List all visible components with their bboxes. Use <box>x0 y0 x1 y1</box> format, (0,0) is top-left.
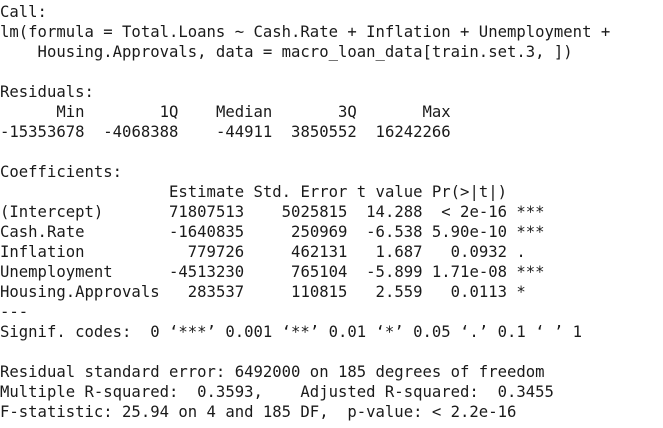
coef-header-cell: Estimate <box>159 183 245 201</box>
call-formula-line-1: lm(formula = Total.Loans ~ Cash.Rate + I… <box>0 23 611 41</box>
coef-p-value: < 2e-16 <box>422 203 507 221</box>
coefficient-row: Unemployment -4513230 765104 -5.899 1.71… <box>0 262 663 282</box>
coefficient-row: Housing.Approvals 283537 110815 2.559 0.… <box>0 282 663 302</box>
residuals-header-cell: 1Q <box>84 103 179 121</box>
coefficient-row: Inflation 779726 462131 1.687 0.0932 . <box>0 242 663 262</box>
r-console-output: Call: lm(formula = Total.Loans ~ Cash.Ra… <box>0 0 663 428</box>
coefficient-row: Cash.Rate -1640835 250969 -6.538 5.90e-1… <box>0 222 663 242</box>
coefficients-header-row: Estimate Std. Error t value Pr(>|t|) <box>0 182 663 202</box>
coef-p-value: 5.90e-10 <box>422 223 507 241</box>
call-formula-line-2: Housing.Approvals, data = macro_loan_dat… <box>0 43 573 61</box>
coef-estimate: -4513230 <box>159 263 245 281</box>
coef-header-cell: Std. Error <box>244 183 348 201</box>
coef-std-error: 110815 <box>244 283 348 301</box>
coef-t-value: 14.288 <box>347 203 423 221</box>
signif-separator: --- <box>0 303 29 321</box>
coef-std-error: 5025815 <box>244 203 348 221</box>
coef-std-error: 765104 <box>244 263 348 281</box>
coef-header-pad <box>0 183 160 201</box>
coef-std-error: 250969 <box>244 223 348 241</box>
residual-standard-error: Residual standard error: 6492000 on 185 … <box>0 363 545 381</box>
coef-std-error: 462131 <box>244 243 348 261</box>
coef-t-value: 1.687 <box>347 243 423 261</box>
residuals-label: Residuals: <box>0 83 94 101</box>
coef-term: (Intercept) <box>0 203 160 221</box>
residuals-value-cell: -15353678 <box>0 123 85 141</box>
coef-signif: *** <box>507 203 545 221</box>
coef-term: Housing.Approvals <box>0 283 160 301</box>
coef-t-value: 2.559 <box>347 283 423 301</box>
coef-header-cell: t value <box>347 183 423 201</box>
residuals-header-row: Min 1Q Median 3Q Max <box>0 102 663 122</box>
coef-estimate: 71807513 <box>159 203 245 221</box>
coefficients-label: Coefficients: <box>0 163 123 181</box>
residuals-value-cell: -44911 <box>178 123 273 141</box>
residuals-values-row: -15353678 -4068388 -44911 3850552 162422… <box>0 122 663 142</box>
residuals-header-cell: 3Q <box>272 103 357 121</box>
coef-estimate: -1640835 <box>159 223 245 241</box>
coef-p-value: 1.71e-08 <box>422 263 507 281</box>
call-label: Call: <box>0 3 47 21</box>
coef-signif: *** <box>507 223 545 241</box>
coef-signif: * <box>507 283 526 301</box>
residuals-value-cell: 3850552 <box>272 123 357 141</box>
coefficient-row: (Intercept) 71807513 5025815 14.288 < 2e… <box>0 202 663 222</box>
coef-header-cell: Pr(>|t|) <box>422 183 507 201</box>
coef-t-value: -6.538 <box>347 223 423 241</box>
coef-p-value: 0.0932 <box>422 243 507 261</box>
f-statistic-line: F-statistic: 25.94 on 4 and 185 DF, p-va… <box>0 403 517 421</box>
residuals-value-cell: 16242266 <box>356 123 451 141</box>
coef-signif: . <box>507 243 526 261</box>
coef-estimate: 283537 <box>159 283 245 301</box>
residuals-header-cell: Max <box>356 103 451 121</box>
coefficients-table-body: (Intercept) 71807513 5025815 14.288 < 2e… <box>0 202 663 302</box>
coef-term: Unemployment <box>0 263 160 281</box>
residuals-value-cell: -4068388 <box>84 123 179 141</box>
coef-signif: *** <box>507 263 545 281</box>
coef-estimate: 779726 <box>159 243 245 261</box>
coef-term: Inflation <box>0 243 160 261</box>
r-squared-line: Multiple R-squared: 0.3593, Adjusted R-s… <box>0 383 554 401</box>
signif-codes-legend: Signif. codes: 0 ‘***’ 0.001 ‘**’ 0.01 ‘… <box>0 323 583 341</box>
coef-term: Cash.Rate <box>0 223 160 241</box>
coef-t-value: -5.899 <box>347 263 423 281</box>
coef-p-value: 0.0113 <box>422 283 507 301</box>
residuals-header-cell: Min <box>0 103 85 121</box>
residuals-header-cell: Median <box>178 103 273 121</box>
